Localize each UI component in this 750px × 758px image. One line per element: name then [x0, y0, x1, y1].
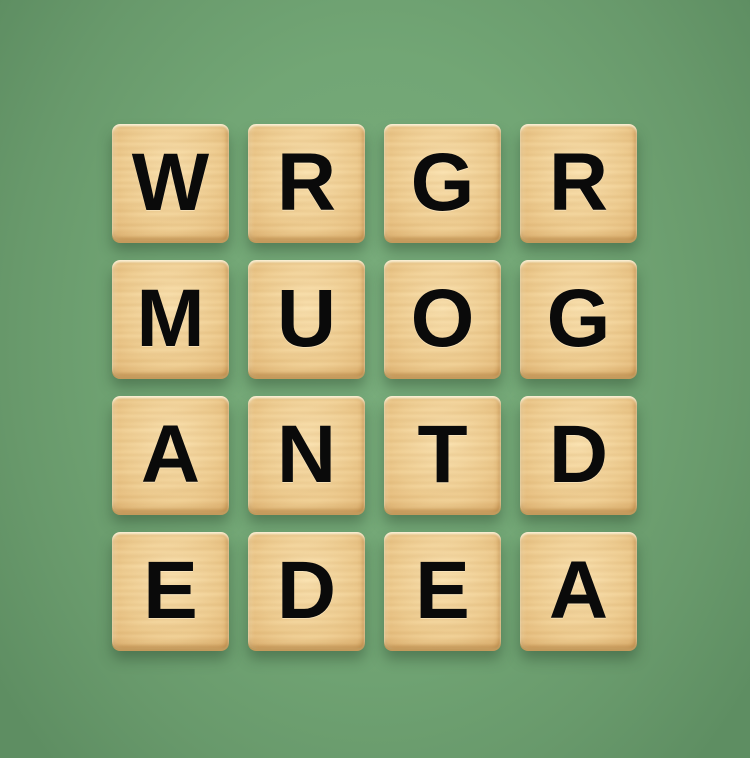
- tile-r2-c4[interactable]: G: [520, 260, 637, 377]
- tile-letter: E: [415, 545, 470, 636]
- tile-letter: D: [548, 409, 609, 500]
- tile-r3-c3[interactable]: T: [384, 396, 501, 513]
- tile-r3-c1[interactable]: A: [112, 396, 229, 513]
- tile-r2-c2[interactable]: U: [248, 260, 365, 377]
- tile-letter: U: [276, 273, 337, 364]
- tile-letter: D: [276, 545, 337, 636]
- tile-letter: N: [276, 409, 337, 500]
- tile-letter: M: [136, 273, 205, 364]
- tile-letter: T: [417, 409, 468, 500]
- tile-letter: W: [131, 137, 210, 228]
- tile-letter: G: [546, 273, 611, 364]
- tile-r1-c2[interactable]: R: [248, 124, 365, 241]
- tile-letter: E: [143, 545, 198, 636]
- tile-letter: R: [548, 137, 609, 228]
- tile-r2-c3[interactable]: O: [384, 260, 501, 377]
- tile-letter: G: [410, 137, 475, 228]
- tile-r1-c4[interactable]: R: [520, 124, 637, 241]
- tile-r4-c2[interactable]: D: [248, 532, 365, 649]
- tile-r1-c1[interactable]: W: [112, 124, 229, 241]
- tile-r2-c1[interactable]: M: [112, 260, 229, 377]
- tile-letter: O: [410, 273, 475, 364]
- tile-r4-c3[interactable]: E: [384, 532, 501, 649]
- tile-letter: R: [276, 137, 337, 228]
- tile-r3-c2[interactable]: N: [248, 396, 365, 513]
- tile-r3-c4[interactable]: D: [520, 396, 637, 513]
- tile-r4-c4[interactable]: A: [520, 532, 637, 649]
- tile-r4-c1[interactable]: E: [112, 532, 229, 649]
- letter-grid: W R G R M U O G A N T D E D E A: [112, 124, 638, 649]
- tile-letter: A: [140, 409, 201, 500]
- tile-letter: A: [548, 545, 609, 636]
- tile-r1-c3[interactable]: G: [384, 124, 501, 241]
